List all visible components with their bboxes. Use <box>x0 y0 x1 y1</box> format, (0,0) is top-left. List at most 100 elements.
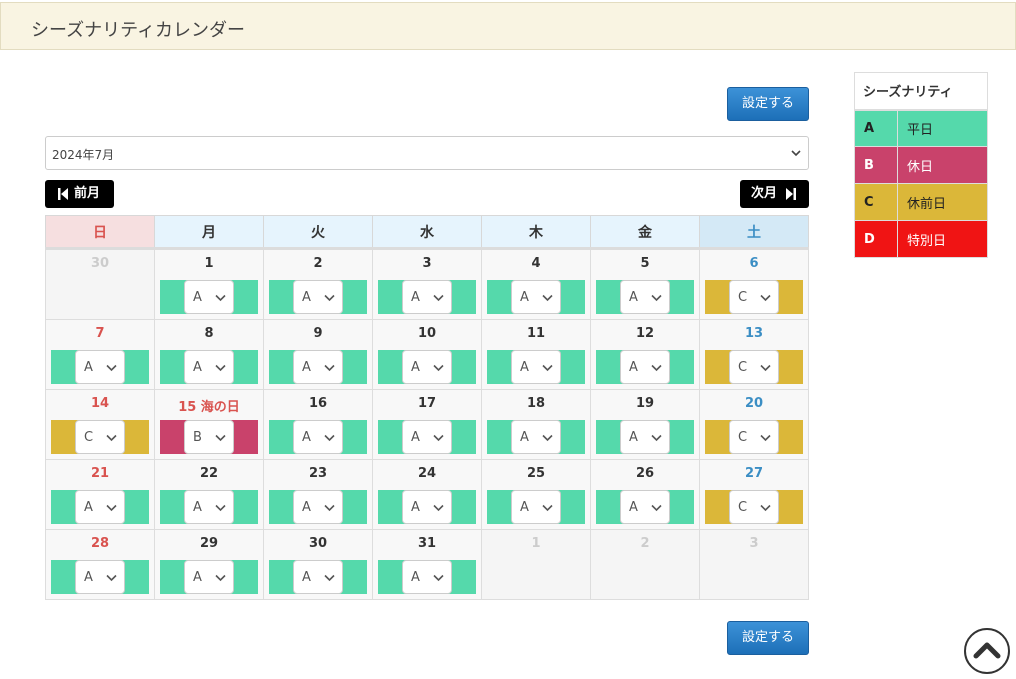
day-number: 12 <box>635 326 655 341</box>
seasonality-select-value: A <box>84 570 93 585</box>
seasonality-select[interactable]: C <box>75 420 125 454</box>
chevron-down-icon <box>651 294 662 302</box>
chevron-down-icon <box>324 504 335 512</box>
seasonality-select-value: A <box>302 570 311 585</box>
seasonality-band: A <box>487 280 585 314</box>
seasonality-select-value: A <box>84 500 93 515</box>
calendar-day-cell: 25 A <box>481 459 591 530</box>
seasonality-select-value: C <box>738 290 748 305</box>
seasonality-select[interactable]: A <box>184 560 234 594</box>
seasonality-select[interactable]: A <box>402 490 452 524</box>
day-number: 30 <box>90 256 110 271</box>
seasonality-select[interactable]: C <box>729 420 779 454</box>
next-month-label: 次月 <box>751 186 778 201</box>
seasonality-select[interactable]: A <box>75 490 125 524</box>
seasonality-band: A <box>378 420 476 454</box>
calendar-day-cell: 31 A <box>372 529 482 600</box>
scroll-to-top-button[interactable] <box>964 628 1010 674</box>
calendar-day-cell: 3 <box>699 529 809 600</box>
seasonality-select[interactable]: B <box>184 420 234 454</box>
seasonality-select[interactable]: A <box>184 490 234 524</box>
seasonality-legend: シーズナリティ A 平日 B 休日 C 休前日 D 特別日 <box>854 72 988 258</box>
seasonality-band: A <box>269 490 367 524</box>
seasonality-band: A <box>160 560 258 594</box>
seasonality-select[interactable]: A <box>511 420 561 454</box>
seasonality-select[interactable]: A <box>402 560 452 594</box>
seasonality-select[interactable]: A <box>75 560 125 594</box>
day-number: 29 <box>199 536 219 551</box>
chevron-down-icon <box>433 574 444 582</box>
seasonality-select[interactable]: A <box>402 350 452 384</box>
seasonality-select-value: A <box>193 500 202 515</box>
seasonality-select[interactable]: A <box>620 490 670 524</box>
seasonality-select[interactable]: A <box>184 280 234 314</box>
weekday-mon: 月 <box>154 215 264 250</box>
calendar-day-cell: 10 A <box>372 319 482 390</box>
weekday-header-row: 日 月 火 水 木 金 土 <box>45 215 809 250</box>
day-number: 1 <box>531 536 541 551</box>
calendar-week-row: 14 C 15 海の日 B 16 A 17 A 18 A 19 A 20 C <box>45 389 809 460</box>
seasonality-select[interactable]: A <box>293 280 343 314</box>
seasonality-select-value: A <box>629 430 638 445</box>
legend-title: シーズナリティ <box>854 72 988 111</box>
seasonality-select[interactable]: A <box>511 350 561 384</box>
seasonality-select-value: A <box>520 500 529 515</box>
seasonality-select[interactable]: A <box>293 490 343 524</box>
calendar-day-cell: 2A <box>263 248 373 320</box>
seasonality-band: A <box>378 490 476 524</box>
seasonality-select[interactable]: C <box>729 490 779 524</box>
calendar-day-cell: 1 <box>481 529 591 600</box>
seasonality-select-value: B <box>193 430 202 445</box>
day-number: 16 <box>308 396 328 411</box>
seasonality-band: B <box>160 420 258 454</box>
seasonality-select-value: A <box>520 290 529 305</box>
seasonality-band: A <box>487 350 585 384</box>
seasonality-select[interactable]: A <box>620 280 670 314</box>
save-button-bottom[interactable]: 設定する <box>727 621 809 655</box>
seasonality-select[interactable]: A <box>75 350 125 384</box>
page-title: シーズナリティカレンダー <box>31 20 246 41</box>
seasonality-select[interactable]: A <box>293 350 343 384</box>
seasonality-select-value: A <box>629 360 638 375</box>
save-button-top[interactable]: 設定する <box>727 87 809 121</box>
day-number: 6 <box>749 256 759 271</box>
day-number: 25 <box>526 466 546 481</box>
seasonality-select-value: A <box>520 360 529 375</box>
seasonality-select-value: A <box>520 430 529 445</box>
seasonality-band: A <box>269 350 367 384</box>
chevron-down-icon <box>215 574 226 582</box>
month-select[interactable]: 2024年7月 <box>45 136 809 170</box>
day-number: 5 <box>640 256 650 271</box>
seasonality-select[interactable]: A <box>402 280 452 314</box>
legend-row-b: B 休日 <box>854 146 988 184</box>
seasonality-select[interactable]: A <box>511 280 561 314</box>
seasonality-select[interactable]: C <box>729 350 779 384</box>
chevron-down-icon <box>760 364 771 372</box>
chevron-up-icon <box>973 642 1001 659</box>
seasonality-select[interactable]: A <box>620 420 670 454</box>
calendar-day-cell: 18 A <box>481 389 591 460</box>
seasonality-select[interactable]: A <box>293 420 343 454</box>
seasonality-band: A <box>596 350 694 384</box>
seasonality-select[interactable]: A <box>402 420 452 454</box>
day-number: 27 <box>744 466 764 481</box>
seasonality-select[interactable]: C <box>729 280 779 314</box>
weekday-thu: 木 <box>481 215 591 250</box>
prev-month-button[interactable]: 前月 <box>45 180 114 208</box>
seasonality-band: A <box>596 490 694 524</box>
seasonality-select[interactable]: A <box>184 350 234 384</box>
legend-row-d: D 特別日 <box>854 220 988 258</box>
next-month-button[interactable]: 次月 <box>740 180 809 208</box>
day-number: 1 <box>204 256 214 271</box>
seasonality-select-value: A <box>84 360 93 375</box>
legend-label: 休前日 <box>897 183 988 221</box>
seasonality-select-value: A <box>411 500 420 515</box>
seasonality-band: A <box>160 350 258 384</box>
seasonality-select[interactable]: A <box>620 350 670 384</box>
seasonality-band: A <box>269 280 367 314</box>
seasonality-select[interactable]: A <box>511 490 561 524</box>
calendar-day-cell: 3A <box>372 248 482 320</box>
legend-row-c: C 休前日 <box>854 183 988 221</box>
calendar-week-row: 28 A 29 A 30 A 31 A 1 2 3 <box>45 529 809 600</box>
seasonality-select[interactable]: A <box>293 560 343 594</box>
